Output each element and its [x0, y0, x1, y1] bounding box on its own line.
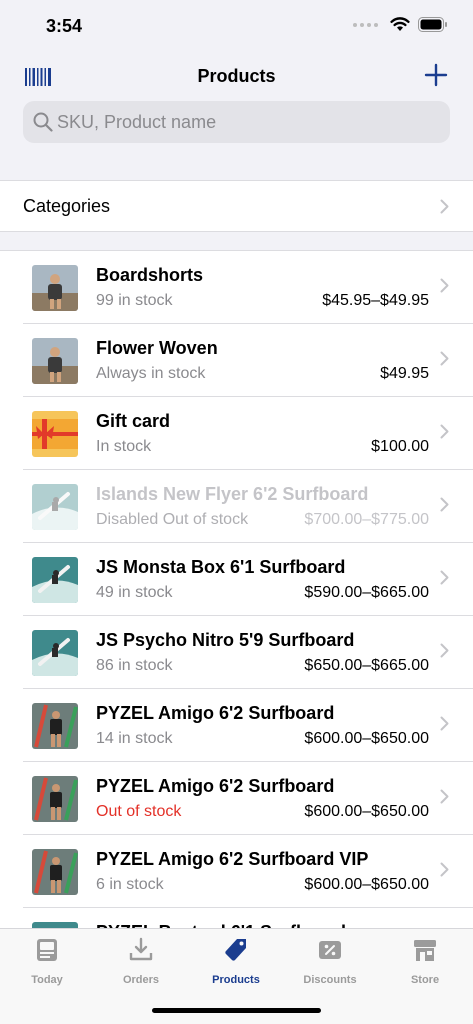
add-product-icon[interactable] [423, 62, 449, 88]
product-row[interactable]: PYZEL Amigo 6'2 Surfboard Out of stock $60… [0, 762, 473, 835]
product-stock: In stock [96, 438, 152, 455]
product-name: PYZEL Amigo 6'2 Surfboard [96, 703, 335, 723]
tab-discounts[interactable]: Discounts [283, 937, 377, 986]
tab-discounts-label: Discounts [303, 974, 357, 986]
product-price: $45.95–$49.95 [322, 292, 429, 309]
product-name: JS Monsta Box 6'1 Surfboard [96, 557, 346, 577]
product-price: $600.00–$650.00 [304, 730, 429, 747]
categories-label: Categories [23, 196, 111, 216]
home-indicator [152, 1008, 321, 1013]
search-bar[interactable] [23, 101, 450, 143]
categories-row[interactable]: Categories [0, 180, 473, 232]
product-price: $650.00–$665.00 [304, 657, 429, 674]
shop-icon [414, 940, 436, 961]
product-name: Flower Woven [96, 338, 218, 358]
tab-orders-label: Orders [122, 974, 160, 986]
product-price: $600.00–$650.00 [304, 876, 429, 893]
chevron-right-icon [440, 351, 449, 366]
product-row[interactable]: Gift card In stock $100.00 [0, 397, 473, 470]
product-row[interactable]: Boardshorts 99 in stock $45.95–$49.95 [0, 251, 473, 324]
product-stock: Out of stock [96, 803, 182, 820]
product-stock: 14 in stock [96, 730, 173, 747]
chevron-right-icon [440, 862, 449, 877]
tab-orders[interactable]: Orders [94, 937, 188, 986]
store-front-icon [37, 939, 57, 961]
wifi-icon [390, 17, 410, 31]
tag-icon [225, 939, 246, 961]
signal-icon [353, 22, 378, 27]
product-price: $600.00–$650.00 [304, 803, 429, 820]
product-stock: 6 in stock [96, 876, 164, 893]
product-thumbnail [32, 776, 78, 822]
tab-today[interactable]: Today [0, 937, 94, 986]
product-thumbnail [32, 411, 78, 457]
product-thumbnail [32, 265, 78, 311]
chevron-right-icon [440, 789, 449, 804]
product-stock: 99 in stock [96, 292, 173, 309]
tab-products-label: Products [212, 974, 260, 986]
product-name: JS Psycho Nitro 5'9 Surfboard [96, 630, 355, 650]
search-icon [33, 112, 53, 132]
chevron-right-icon [440, 643, 449, 658]
product-stock: Always in stock [96, 365, 206, 382]
chevron-right-icon [440, 199, 449, 214]
product-name: Boardshorts [96, 265, 204, 285]
product-row[interactable]: Islands New Flyer 6'2 Surfboard Disabled … [0, 470, 473, 543]
tab-store[interactable]: Store [378, 937, 472, 986]
product-price: $590.00–$665.00 [304, 584, 429, 601]
chevron-right-icon [440, 497, 449, 512]
product-thumbnail [32, 849, 78, 895]
product-price: $49.95 [380, 365, 429, 382]
product-row[interactable]: PYZEL Amigo 6'2 Surfboard VIP 6 in stock $… [0, 835, 473, 908]
product-name: Gift card [96, 411, 171, 431]
search-input[interactable] [57, 101, 437, 143]
chevron-right-icon [440, 716, 449, 731]
tab-today-label: Today [31, 974, 63, 986]
product-row[interactable]: PYZEL Amigo 6'2 Surfboard 14 in stock $600… [0, 689, 473, 762]
tab-store-label: Store [410, 974, 440, 986]
product-row[interactable]: Flower Woven Always in stock $49.95 [0, 324, 473, 397]
product-row[interactable]: JS Psycho Nitro 5'9 Surfboard 86 in stock… [0, 616, 473, 689]
product-row[interactable]: PYZEL Bastard 6'1 Surfboard [0, 908, 473, 930]
status-bar: 3:54 [0, 0, 473, 52]
product-name: PYZEL Amigo 6'2 Surfboard [96, 776, 335, 796]
percent-ticket-icon [319, 941, 341, 959]
navigation-bar: Products [0, 52, 473, 100]
product-thumbnail [32, 557, 78, 603]
status-time: 3:54 [46, 16, 83, 36]
product-thumbnail [32, 484, 78, 530]
chevron-right-icon [440, 278, 449, 293]
product-price: $700.00–$775.00 [304, 511, 429, 528]
product-price: $100.00 [371, 438, 429, 455]
product-name: Islands New Flyer 6'2 Surfboard [96, 484, 369, 504]
product-stock: 49 in stock [96, 584, 173, 601]
chevron-right-icon [440, 424, 449, 439]
product-thumbnail [32, 338, 78, 384]
product-row[interactable]: JS Monsta Box 6'1 Surfboard 49 in stock $5… [0, 543, 473, 616]
product-list: Boardshorts 99 in stock $45.95–$49.95 Flowe… [0, 250, 473, 930]
battery-icon [418, 17, 447, 32]
status-icons [353, 17, 448, 32]
product-stock: Disabled Out of stock [96, 511, 249, 528]
page-title: Products [197, 66, 276, 86]
chevron-right-icon [440, 570, 449, 585]
product-thumbnail [32, 630, 78, 676]
product-stock: 86 in stock [96, 657, 173, 674]
product-thumbnail [32, 703, 78, 749]
product-name: PYZEL Amigo 6'2 Surfboard VIP [96, 849, 369, 869]
download-tray-icon [129, 937, 153, 961]
tab-products[interactable]: Products [189, 937, 283, 986]
